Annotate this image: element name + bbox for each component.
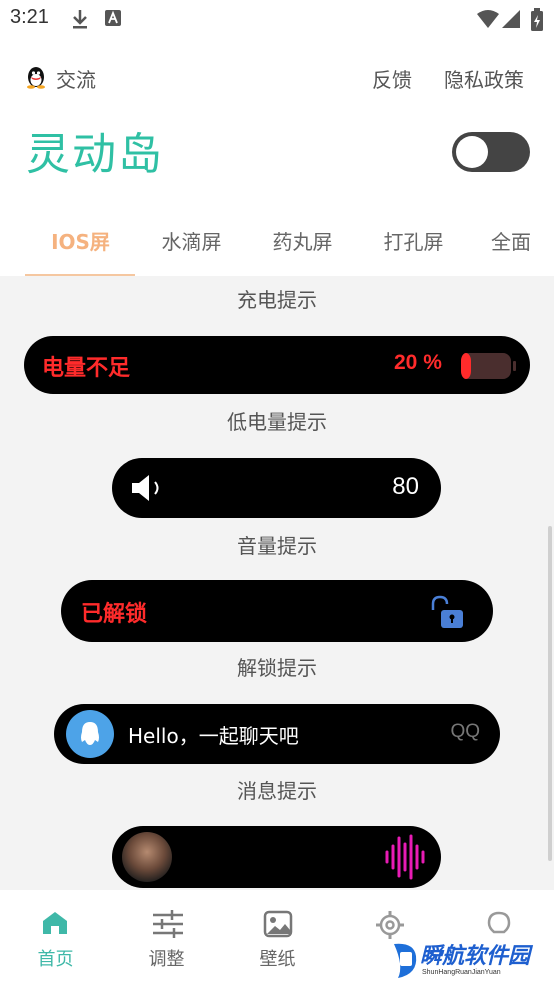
speaker-icon <box>132 475 159 501</box>
volume-island[interactable]: 80 <box>112 458 441 518</box>
tab-pill[interactable]: 药丸屏 <box>247 226 358 255</box>
message-caption: 消息提示 <box>237 779 317 803</box>
unlocked-padlock-icon <box>431 595 463 628</box>
music-island[interactable] <box>112 826 441 888</box>
battery-level-icon <box>461 353 516 379</box>
qq-penguin-icon <box>81 722 99 745</box>
status-time: 3:21 <box>10 6 49 28</box>
watermark-logo: 瞬航软件园 ShunHangRuanJianYuan <box>390 936 554 984</box>
home-icon <box>43 912 67 934</box>
album-cover-avatar <box>122 832 172 882</box>
low-battery-island[interactable]: 电量不足 20 % <box>24 336 530 394</box>
tab-ios[interactable]: IOS屏 <box>25 226 136 255</box>
unlock-caption: 解锁提示 <box>237 656 317 680</box>
tab-waterdrop[interactable]: 水滴屏 <box>136 226 247 255</box>
charge-caption: 充电提示 <box>237 288 317 312</box>
watermark-title: 瞬航软件园 <box>420 944 531 969</box>
nav-wallpaper[interactable]: 壁纸 <box>222 890 333 984</box>
wifi-icon <box>477 10 499 28</box>
volume-caption: 音量提示 <box>237 534 317 558</box>
battery-icon <box>531 8 543 31</box>
scrollbar[interactable] <box>548 526 552 861</box>
tab-fullscreen[interactable]: 全面 <box>469 226 554 255</box>
feedback-link[interactable]: 反馈 <box>372 64 412 93</box>
tab-punch-hole[interactable]: 打孔屏 <box>358 226 469 255</box>
unlock-island[interactable]: 已解锁 <box>61 580 493 642</box>
unlock-text: 已解锁 <box>81 602 148 627</box>
message-app-label: QQ <box>450 721 480 742</box>
watermark-subtitle: ShunHangRuanJianYuan <box>422 969 501 976</box>
message-island[interactable]: Hello，一起聊天吧 QQ <box>54 704 500 764</box>
status-bar: 3:21 <box>0 0 554 38</box>
nav-home-label: 首页 <box>37 949 74 970</box>
download-icon <box>73 10 87 29</box>
sliders-icon <box>153 910 183 938</box>
chat-link[interactable]: 交流 <box>56 64 96 93</box>
nav-adjust-label: 调整 <box>148 949 185 970</box>
battery-warning-text: 电量不足 <box>42 356 131 381</box>
signal-icon <box>502 10 520 28</box>
battery-percent: 20 % <box>394 351 442 374</box>
nav-adjust[interactable]: 调整 <box>111 890 222 984</box>
qq-avatar <box>66 710 114 758</box>
low-battery-caption: 低电量提示 <box>227 410 327 434</box>
notification-app-icon <box>105 10 121 26</box>
page-title: 灵动岛 <box>26 129 164 180</box>
island-toggle[interactable] <box>452 132 530 172</box>
toggle-knob <box>456 136 488 168</box>
screen-type-tabs: IOS屏 水滴屏 药丸屏 打孔屏 全面 <box>0 226 554 276</box>
preview-list: 充电提示 电量不足 20 % 低电量提示 80 音量提示 已解锁 解锁提示 He… <box>0 276 554 890</box>
audio-waveform-icon <box>385 834 425 880</box>
volume-value: 80 <box>392 473 419 500</box>
header: 交流 反馈 隐私政策 灵动岛 IOS屏 水滴屏 药丸屏 打孔屏 全面 <box>0 38 554 277</box>
message-text: Hello，一起聊天吧 <box>128 724 299 748</box>
privacy-policy-link[interactable]: 隐私政策 <box>444 64 524 93</box>
nav-home[interactable]: 首页 <box>0 890 111 984</box>
watermark-emblem-icon <box>394 943 417 978</box>
nav-wallpaper-label: 壁纸 <box>259 949 296 970</box>
qq-penguin-icon <box>27 67 45 89</box>
image-icon <box>263 910 293 938</box>
